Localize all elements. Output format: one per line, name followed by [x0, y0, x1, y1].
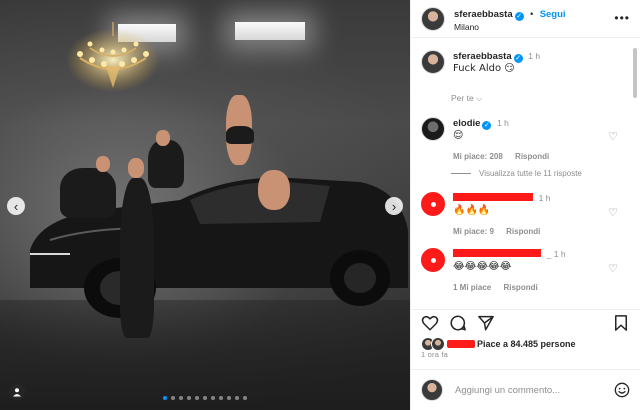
redacted-username — [453, 193, 533, 201]
post-sidebar: sferaebbasta ✓ • Segui Milano ••• sferaeb… — [410, 0, 640, 410]
carousel-dot — [203, 396, 207, 400]
chevron-right-icon: › — [391, 198, 397, 214]
caption-time: 1 h — [528, 51, 541, 61]
verified-badge-icon: ✓ — [482, 121, 492, 130]
carousel-dot — [227, 396, 231, 400]
comment-likes[interactable]: Mi piace: 208 — [453, 152, 503, 161]
caption-username[interactable]: sferaebbasta — [453, 51, 512, 62]
comments-scrollbar[interactable] — [633, 48, 637, 98]
comment-bubble-icon[interactable] — [449, 314, 467, 332]
view-replies-text: Visualizza tutte le 11 risposte — [479, 169, 582, 178]
comment-likes[interactable]: 1 Mi piace — [453, 283, 491, 292]
next-image-button[interactable]: › — [385, 197, 403, 215]
comment-likes[interactable]: Mi piace: 9 — [453, 227, 494, 236]
commenter-avatar-redacted[interactable] — [421, 192, 445, 216]
comment-time: _ 1 h — [546, 249, 566, 259]
person-1 — [60, 168, 116, 218]
like-comment-heart-icon[interactable]: ♡ — [608, 130, 618, 143]
follow-button[interactable]: Segui — [540, 9, 566, 20]
replies-divider — [451, 173, 471, 174]
comment-time: 1 h — [497, 118, 509, 128]
like-comment-heart-icon[interactable]: ♡ — [608, 206, 618, 219]
carousel-dot — [195, 396, 199, 400]
carousel-dot — [235, 396, 239, 400]
view-replies-link[interactable]: Visualizza tutte le 11 risposte — [451, 169, 582, 178]
carousel-indicator — [0, 396, 410, 400]
post-header: sferaebbasta ✓ • Segui Milano ••• — [411, 0, 640, 38]
commenter-avatar[interactable] — [421, 117, 445, 141]
carousel-dot — [211, 396, 215, 400]
verified-badge-icon: ✓ — [514, 12, 524, 22]
person-3-head — [128, 158, 144, 178]
person-2-head — [156, 130, 170, 146]
add-comment-bar — [411, 369, 640, 410]
post-actions — [411, 309, 640, 336]
previous-image-button[interactable]: ‹ — [7, 197, 25, 215]
caption-text: Fuck Aldo 😏 — [453, 63, 515, 74]
verified-badge-icon: ✓ — [513, 54, 523, 63]
person-3 — [120, 178, 154, 338]
comment-text: 😌 — [453, 130, 464, 141]
person-1-head — [96, 156, 110, 172]
reply-button[interactable]: Rispondi — [506, 227, 540, 236]
person-2 — [148, 140, 184, 188]
commenter-username[interactable]: elodie — [453, 118, 480, 129]
more-options-icon[interactable]: ••• — [614, 11, 630, 25]
comment-row: elodie ✓ 1 h 😌 Mi piace: 208 Rispondi — [421, 117, 559, 161]
author-avatar[interactable] — [421, 6, 445, 31]
person-5 — [258, 170, 290, 210]
studio-light-right — [235, 22, 305, 40]
author-info: sferaebbasta ✓ • Segui Milano — [454, 4, 566, 32]
carousel-dot — [219, 396, 223, 400]
carousel-dot — [179, 396, 183, 400]
carousel-dot — [243, 396, 247, 400]
caption-author-avatar[interactable] — [421, 50, 445, 74]
share-paper-plane-icon[interactable] — [477, 314, 495, 332]
viewer-avatar — [421, 379, 443, 401]
redacted-username — [453, 249, 541, 257]
reply-button[interactable]: Rispondi — [503, 283, 537, 292]
commenter-avatar-redacted[interactable] — [421, 248, 445, 272]
comment-filter-dropdown[interactable]: Per te ⌵ — [451, 93, 482, 104]
caption-row: sferaebbasta ✓ 1 h Fuck Aldo 😏 — [421, 50, 540, 75]
carousel-dot — [171, 396, 175, 400]
comment-time: 1 h — [538, 193, 551, 203]
likes-summary[interactable]: Piace a 84.485 persone — [421, 337, 576, 351]
post-timestamp: 1 ora fa — [421, 350, 449, 359]
comment-row: 1 h 🔥🔥🔥 Mi piace: 9 Rispondi — [421, 192, 550, 236]
chandelier — [66, 22, 160, 92]
author-username[interactable]: sferaebbasta — [454, 9, 513, 20]
redacted-liker — [447, 340, 475, 348]
comment-input[interactable] — [453, 383, 607, 397]
instagram-post: ‹ › sferaebbasta ✓ • Segui Milano ••• sf… — [0, 0, 640, 410]
comment-row: _ 1 h 😂😂😂😂😂 1 Mi piace Rispondi — [421, 248, 566, 292]
emoji-smiley-icon[interactable] — [614, 382, 630, 398]
comment-text: 🔥🔥🔥 — [453, 205, 491, 216]
carousel-dot — [163, 396, 167, 400]
comments-section[interactable]: sferaebbasta ✓ 1 h Fuck Aldo 😏 Per te ⌵ e… — [411, 38, 640, 308]
separator-dot: • — [530, 9, 534, 20]
carousel-dot — [187, 396, 191, 400]
liker-avatar — [431, 337, 445, 351]
chevron-left-icon: ‹ — [13, 198, 19, 214]
heart-icon[interactable] — [421, 314, 439, 332]
like-comment-heart-icon[interactable]: ♡ — [608, 262, 618, 275]
person-4-outfit — [226, 126, 254, 144]
comment-text: 😂😂😂😂😂 — [453, 261, 512, 272]
post-media[interactable]: ‹ › — [0, 0, 410, 410]
likes-count: Piace a 84.485 persone — [477, 339, 576, 349]
reply-button[interactable]: Rispondi — [515, 152, 549, 161]
bookmark-icon[interactable] — [612, 314, 630, 332]
post-location[interactable]: Milano — [454, 22, 566, 33]
